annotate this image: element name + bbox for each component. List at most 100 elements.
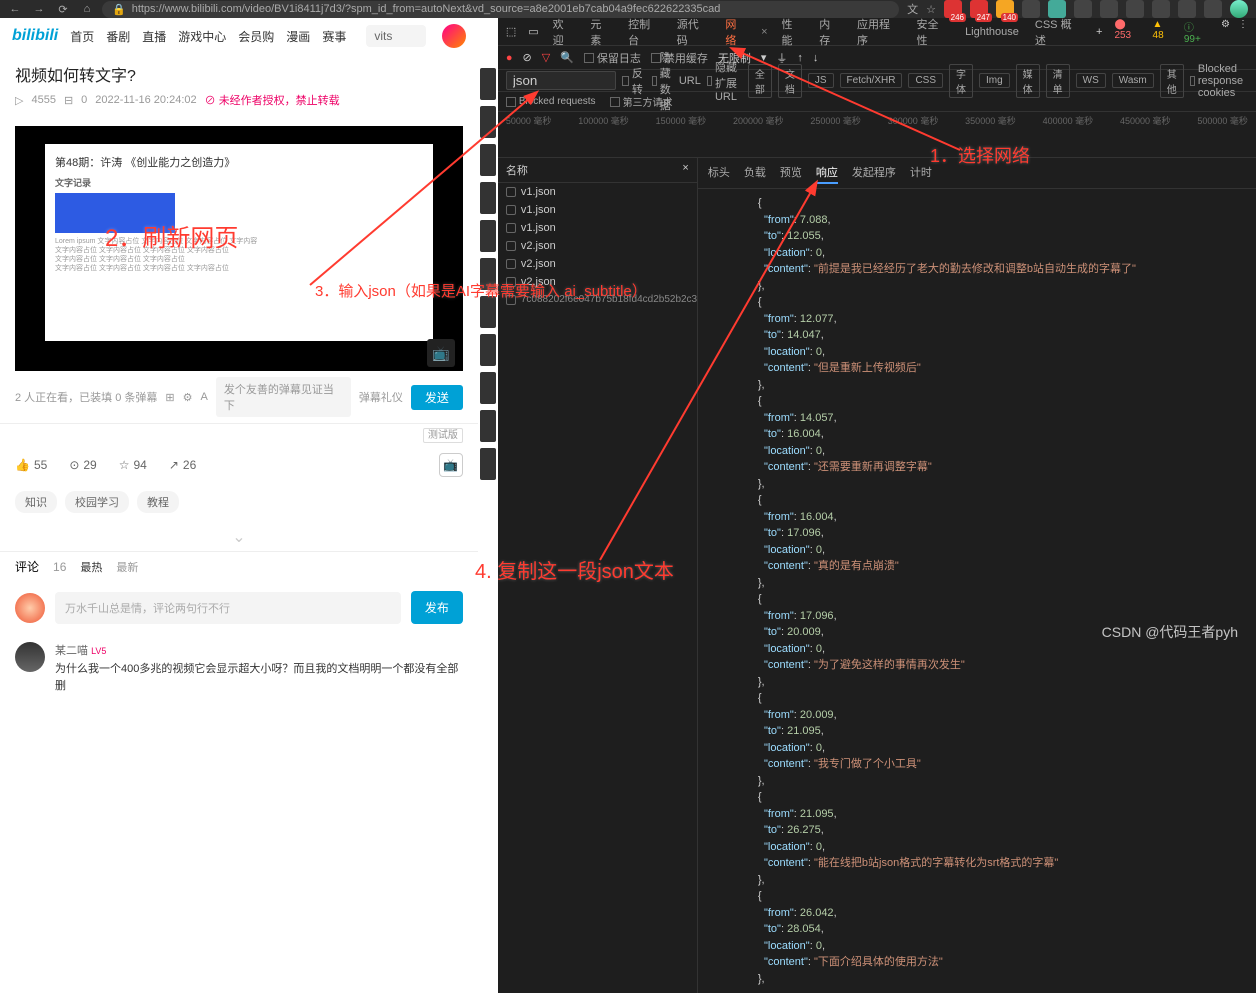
- nav-live[interactable]: 直播: [142, 28, 166, 45]
- gear-icon[interactable]: ⚙: [1221, 19, 1230, 45]
- request-row[interactable]: v1.json: [498, 219, 697, 237]
- publish-button[interactable]: 发布: [411, 591, 463, 624]
- video-player[interactable]: 第48期：许涛 《创业能力之创造力》 文字记录 Lorem ipsum 文字内容…: [15, 126, 463, 371]
- request-row[interactable]: v2.json: [498, 237, 697, 255]
- tab-memory[interactable]: 内存: [817, 12, 843, 52]
- sort-hot[interactable]: 最热: [80, 559, 102, 575]
- ext-icon[interactable]: [970, 0, 988, 18]
- response-body[interactable]: { "from": 7.088, "to": 12.055, "location…: [698, 189, 1256, 993]
- back-icon[interactable]: ←: [8, 2, 22, 16]
- forward-icon[interactable]: →: [32, 2, 46, 16]
- keep-log-check[interactable]: 保留日志: [584, 50, 641, 66]
- comment-input[interactable]: 万水千山总是情，评论两句行不行: [55, 592, 401, 624]
- reco-thumb[interactable]: [480, 68, 496, 100]
- error-count[interactable]: ⬤ 253: [1114, 19, 1144, 45]
- tv-icon[interactable]: 📺: [427, 339, 455, 367]
- type-img[interactable]: Img: [979, 73, 1010, 88]
- profile-icon[interactable]: [1230, 0, 1248, 18]
- tab-console[interactable]: 控制台: [626, 12, 663, 52]
- sort-new[interactable]: 最新: [116, 559, 138, 575]
- reco-thumb[interactable]: [480, 334, 496, 366]
- tag[interactable]: 教程: [137, 491, 179, 513]
- dtab-response[interactable]: 响应: [816, 162, 838, 184]
- request-row[interactable]: 7c088202f6e047b75b18fd4cd2b52b2c34c...: [498, 291, 697, 308]
- chevron-down-icon[interactable]: ▾: [761, 51, 767, 64]
- ext-icon[interactable]: [1178, 0, 1196, 18]
- nav-manga[interactable]: 漫画: [286, 28, 310, 45]
- search-icon[interactable]: 🔍: [560, 51, 574, 64]
- home-icon[interactable]: ⌂: [80, 2, 94, 16]
- commenter-name[interactable]: 某二喵: [55, 645, 88, 657]
- tab-sources[interactable]: 源代码: [675, 12, 712, 52]
- dtab-timing[interactable]: 计时: [910, 162, 932, 184]
- request-row[interactable]: v2.json: [498, 255, 697, 273]
- tag[interactable]: 校园学习: [65, 491, 129, 513]
- record-icon[interactable]: ●: [506, 52, 513, 64]
- download-icon[interactable]: ↓: [813, 52, 819, 64]
- reco-thumb[interactable]: [480, 220, 496, 252]
- reco-thumb[interactable]: [480, 144, 496, 176]
- close-icon[interactable]: ×: [682, 162, 688, 178]
- nav-game[interactable]: 游戏中心: [178, 28, 226, 45]
- device-icon[interactable]: ▭: [528, 25, 538, 38]
- reco-thumb[interactable]: [480, 410, 496, 442]
- reco-thumb[interactable]: [480, 258, 496, 290]
- filter-icon[interactable]: ▽: [542, 51, 550, 64]
- triple-icon[interactable]: 📺: [439, 453, 463, 477]
- info-count[interactable]: ⓘ 99+: [1184, 19, 1213, 45]
- reco-thumb[interactable]: [480, 372, 496, 404]
- reco-thumb[interactable]: [480, 448, 496, 480]
- avatar[interactable]: [442, 24, 466, 48]
- tab-lighthouse[interactable]: Lighthouse: [963, 22, 1021, 42]
- tag[interactable]: 知识: [15, 491, 57, 513]
- tab-performance[interactable]: 性能: [780, 12, 806, 52]
- type-wasm[interactable]: Wasm: [1112, 73, 1154, 88]
- dtab-headers[interactable]: 标头: [708, 162, 730, 184]
- reload-icon[interactable]: ⟳: [56, 2, 70, 16]
- ext-icon[interactable]: [1126, 0, 1144, 18]
- reco-thumb[interactable]: [480, 296, 496, 328]
- my-avatar[interactable]: [15, 593, 45, 623]
- name-header[interactable]: 名称: [506, 162, 528, 178]
- third-party-check[interactable]: 第三方请求: [610, 94, 673, 109]
- dtab-initiator[interactable]: 发起程序: [852, 162, 896, 184]
- ext-icon[interactable]: [996, 0, 1014, 18]
- nav-match[interactable]: 赛事: [322, 28, 346, 45]
- danmu-setting-icon[interactable]: ⚙: [183, 391, 193, 404]
- tab-application[interactable]: 应用程序: [855, 12, 902, 52]
- ext-icon[interactable]: [1204, 0, 1222, 18]
- request-row[interactable]: v1.json: [498, 201, 697, 219]
- tab-network[interactable]: 网络: [723, 12, 749, 52]
- plus-icon[interactable]: +: [1096, 26, 1102, 38]
- dtab-payload[interactable]: 负载: [744, 162, 766, 184]
- nav-bangumi[interactable]: 番剧: [106, 28, 130, 45]
- chevron-down-icon[interactable]: ⌄: [232, 529, 245, 546]
- request-row[interactable]: v1.json: [498, 183, 697, 201]
- ext-icon[interactable]: [1100, 0, 1118, 18]
- upload-icon[interactable]: ↑: [797, 52, 803, 64]
- timeline[interactable]: 50000 毫秒 100000 毫秒 150000 毫秒 200000 毫秒 2…: [498, 112, 1256, 158]
- search-input[interactable]: vits: [366, 25, 426, 47]
- tab-css[interactable]: CSS 概述: [1033, 12, 1084, 52]
- inspect-icon[interactable]: ⬚: [506, 25, 516, 38]
- type-js[interactable]: JS: [808, 73, 834, 88]
- more-icon[interactable]: ⋮: [1238, 19, 1248, 45]
- reco-thumb[interactable]: [480, 182, 496, 214]
- type-css[interactable]: CSS: [908, 73, 943, 88]
- tab-welcome[interactable]: 欢迎: [551, 12, 577, 52]
- share-button[interactable]: ↗26: [169, 458, 196, 472]
- close-icon[interactable]: ×: [761, 26, 767, 38]
- dtab-preview[interactable]: 预览: [780, 162, 802, 184]
- warning-count[interactable]: ▲ 48: [1153, 19, 1176, 45]
- blocked-req-check[interactable]: Blocked requests: [506, 96, 596, 107]
- ext-icon[interactable]: [1152, 0, 1170, 18]
- request-row[interactable]: v2.json: [498, 273, 697, 291]
- like-button[interactable]: 👍55: [15, 458, 47, 472]
- filter-input[interactable]: [506, 71, 616, 90]
- danmu-input[interactable]: 发个友善的弹幕见证当下: [216, 377, 351, 417]
- type-xhr[interactable]: Fetch/XHR: [840, 73, 903, 88]
- coin-button[interactable]: ⊙29: [69, 458, 96, 472]
- reco-thumb[interactable]: [480, 106, 496, 138]
- nav-shop[interactable]: 会员购: [238, 28, 274, 45]
- clear-icon[interactable]: ⊘: [523, 51, 532, 64]
